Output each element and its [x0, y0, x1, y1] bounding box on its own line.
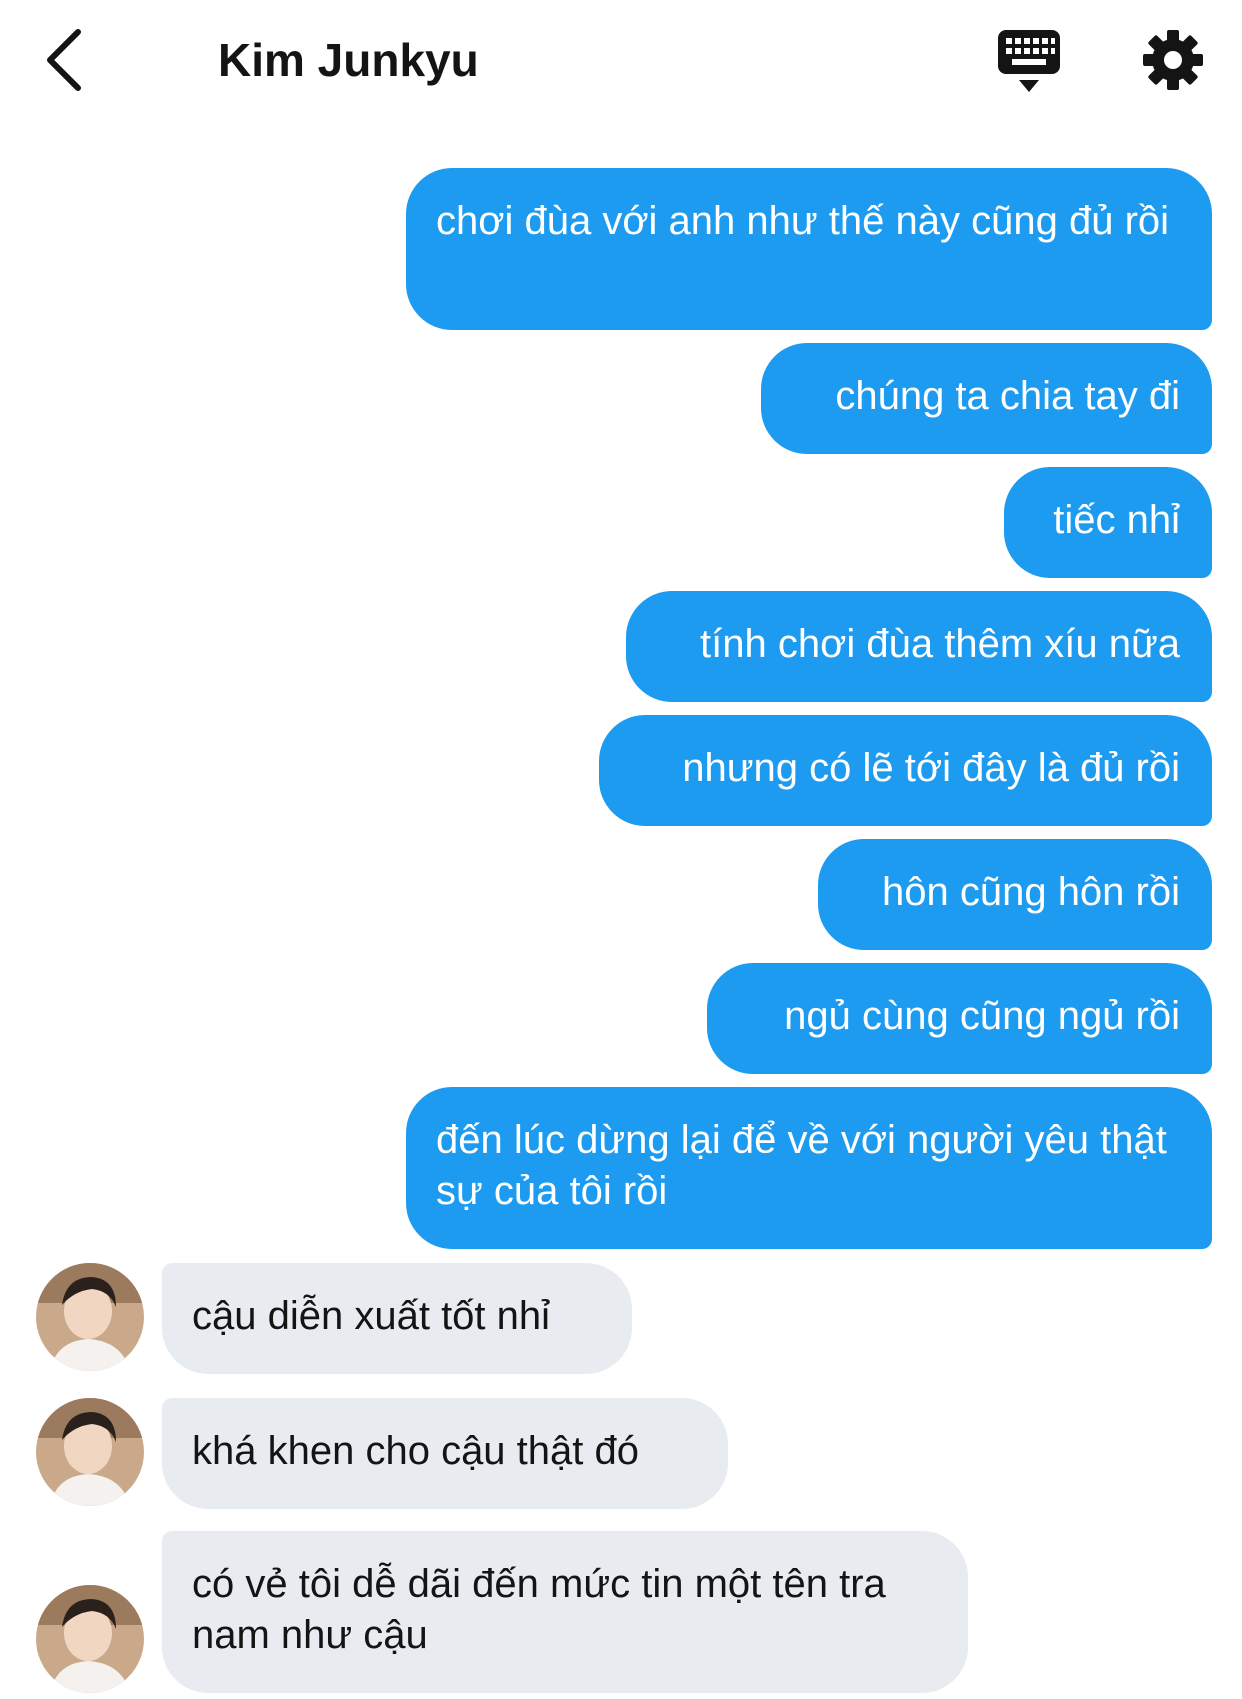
sent-message[interactable]: tiếc nhỉ	[1004, 467, 1212, 578]
sent-message[interactable]: chúng ta chia tay đi	[761, 343, 1212, 454]
avatar-photo	[36, 1398, 144, 1506]
gear-icon	[1143, 30, 1203, 90]
chevron-left-icon	[47, 29, 81, 91]
sent-message[interactable]: hôn cũng hôn rồi	[818, 839, 1212, 950]
settings-button[interactable]	[1141, 28, 1205, 92]
received-message[interactable]: khá khen cho cậu thật đó	[162, 1398, 728, 1509]
message-text: ngủ cùng cũng ngủ rồi	[784, 994, 1180, 1038]
avatar[interactable]	[36, 1263, 144, 1371]
received-message[interactable]: cậu diễn xuất tốt nhỉ	[162, 1263, 632, 1374]
message-text: nhưng có lẽ tới đây là đủ rồi	[682, 746, 1180, 790]
keyboard-button[interactable]	[996, 28, 1062, 94]
message-text: hôn cũng hôn rồi	[881, 870, 1180, 914]
back-button[interactable]	[40, 28, 90, 92]
message-text: cậu diễn xuất tốt nhỉ	[192, 1294, 551, 1338]
chat-title: Kim Junkyu	[218, 34, 479, 86]
message-text: đến lúc dừng lại để về với người yêu thậ…	[436, 1118, 1167, 1213]
avatar[interactable]	[36, 1585, 144, 1693]
keyboard-icon	[998, 30, 1060, 92]
message-text: có vẻ tôi dễ dãi đến mức tin một tên tra…	[192, 1562, 886, 1657]
message-text: chúng ta chia tay đi	[835, 374, 1180, 418]
avatar-photo	[36, 1585, 144, 1693]
message-text: khá khen cho cậu thật đó	[192, 1429, 639, 1473]
message-text: tính chơi đùa thêm xíu nữa	[700, 622, 1180, 666]
chat-header: Kim Junkyu	[0, 0, 1242, 120]
sent-message[interactable]: nhưng có lẽ tới đây là đủ rồi	[599, 715, 1212, 826]
sent-message[interactable]: tính chơi đùa thêm xíu nữa	[626, 591, 1212, 702]
message-text: tiếc nhỉ	[1053, 498, 1180, 542]
sent-message[interactable]: chơi đùa với anh như thế này cũng đủ rồi	[406, 168, 1212, 330]
received-message[interactable]: có vẻ tôi dễ dãi đến mức tin một tên tra…	[162, 1531, 968, 1693]
avatar[interactable]	[36, 1398, 144, 1506]
sent-message[interactable]: đến lúc dừng lại để về với người yêu thậ…	[406, 1087, 1212, 1249]
avatar-photo	[36, 1263, 144, 1371]
message-text: chơi đùa với anh như thế này cũng đủ rồi	[436, 199, 1170, 243]
sent-message[interactable]: ngủ cùng cũng ngủ rồi	[707, 963, 1212, 1074]
